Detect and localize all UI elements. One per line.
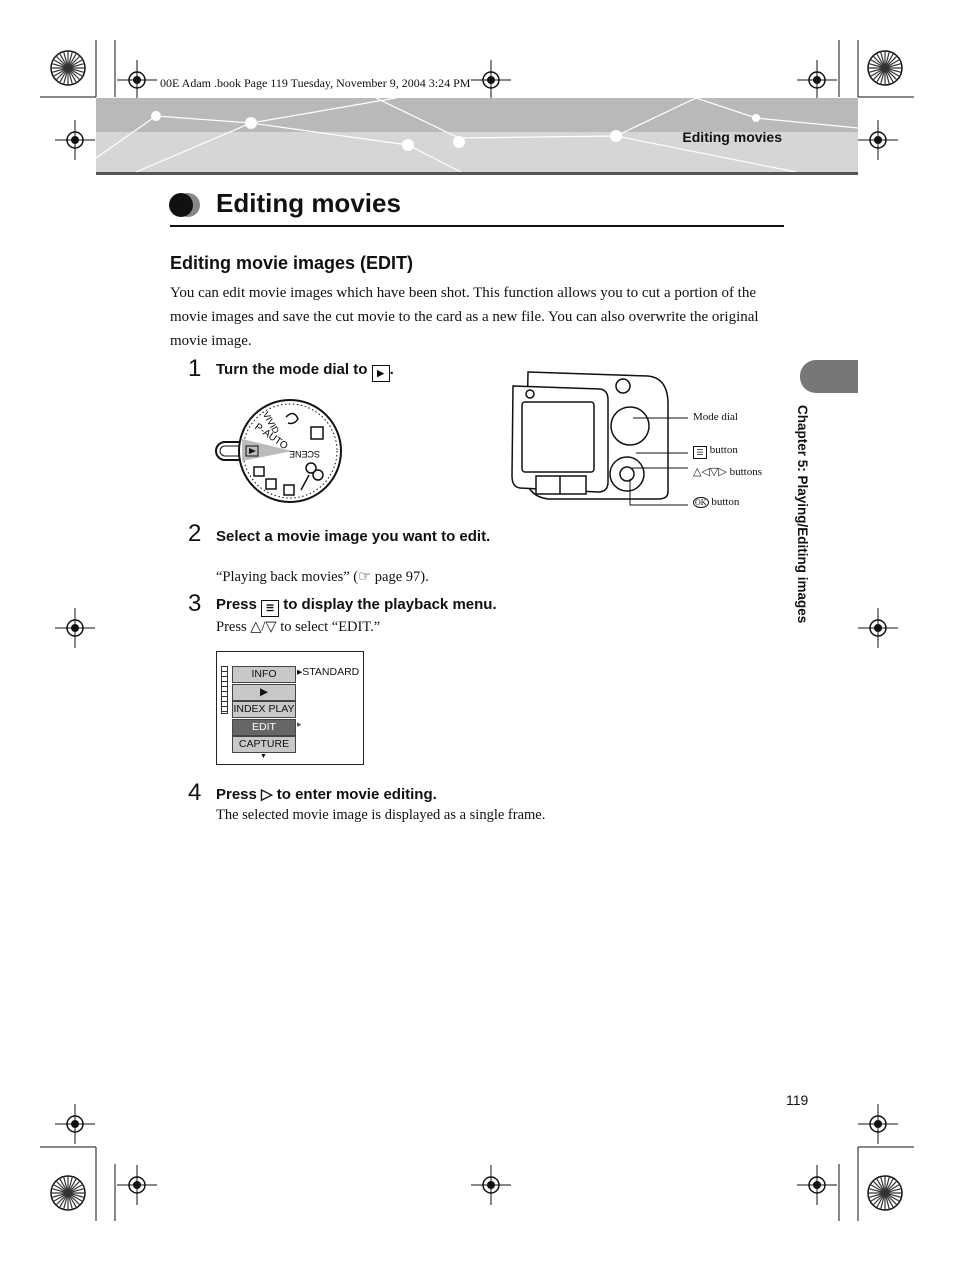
intro-paragraph: You can edit movie images which have bee… [170, 285, 759, 349]
step-2-text: Select a movie image you want to edit. [216, 528, 491, 545]
menu-item-index-play: INDEX PLAY [232, 701, 296, 718]
menu-item-capture: CAPTURE [232, 736, 296, 753]
step-4-sub: The selected movie image is displayed as… [216, 807, 546, 823]
step-number: 4 [188, 779, 202, 806]
arrow-buttons-label: △◁▽▷ buttons [693, 466, 762, 478]
step-3-sub: Press △/▽ to select “EDIT.” [216, 619, 381, 635]
menu-item-movie-play: ▶ [232, 684, 296, 701]
dial-label-scene: SCENE [289, 449, 320, 459]
title-divider [170, 225, 784, 227]
page-number: 119 [786, 1092, 809, 1108]
right-arrow-button-icon: ▷ [261, 786, 273, 803]
chapter-side-label: Chapter 5: Playing/Editing images [795, 405, 810, 624]
ok-icon: OK [693, 497, 709, 508]
menu-icon: ☰ [261, 600, 280, 617]
movie-play-icon: ▶ [259, 686, 269, 698]
registration-marks [40, 40, 914, 1221]
scrollbar [221, 666, 228, 714]
menu-icon: ☰ [693, 446, 707, 459]
page-title: Editing movies [216, 188, 401, 218]
title-bullet-icon [169, 193, 200, 217]
playback-menu-screen: INFO ▶ INDEX PLAY EDIT CAPTURE ▸STANDARD… [216, 651, 364, 765]
step-number: 1 [188, 355, 202, 382]
section-heading: Editing movie images (EDIT) [170, 253, 414, 273]
menu-button-label: ☰ button [693, 444, 738, 459]
header-section-title: Editing movies [682, 129, 782, 145]
chapter-tab [800, 360, 858, 393]
menu-item-info: INFO [232, 666, 296, 683]
step-1-text: Turn the mode dial to ▶. [216, 361, 394, 382]
camera-illustration [511, 371, 688, 506]
reference-icon: ☞ [358, 569, 372, 585]
mode-dial-illustration: P-AUTO VIVID SCENE [215, 399, 342, 503]
info-value: ▸STANDARD [297, 666, 360, 678]
step-4-text: Press ▷ to enter movie editing. [216, 786, 437, 803]
mode-dial-label: Mode dial [693, 411, 738, 423]
up-down-arrow-icon: △/▽ [250, 619, 277, 635]
step-2-sub: “Playing back movies” (☞ page 97). [216, 569, 429, 585]
play-icon: ▶ [371, 365, 390, 382]
arrow-buttons-icon: △◁▽▷ [693, 466, 727, 478]
ok-button-label: OK button [693, 496, 740, 508]
step-number: 3 [188, 590, 202, 617]
menu-item-edit: EDIT [232, 719, 296, 736]
step-number: 2 [188, 520, 202, 547]
step-3-text: Press ☰ to display the playback menu. [216, 596, 497, 617]
